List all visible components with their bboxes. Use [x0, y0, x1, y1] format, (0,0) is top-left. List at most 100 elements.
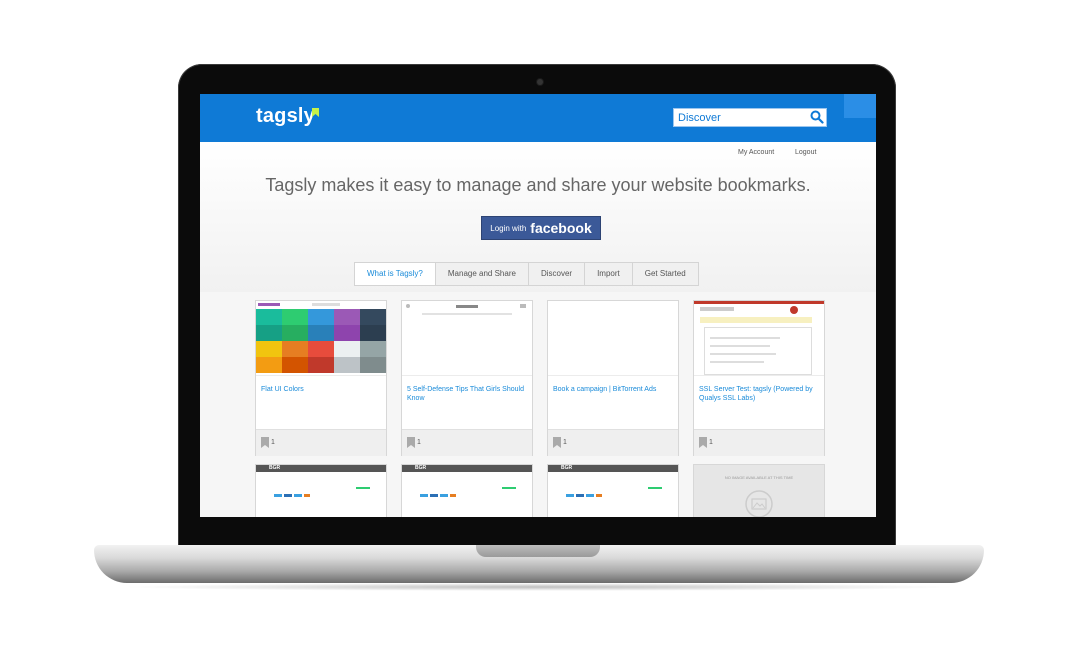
- search-input[interactable]: [678, 110, 806, 125]
- bookmark-icon[interactable]: [699, 437, 707, 448]
- thumb-chip: [566, 494, 574, 497]
- thumb-bgr-label: BGR: [561, 465, 573, 471]
- info-tabs: What is Tagsly? Manage and Share Discove…: [354, 262, 699, 286]
- thumb-header-bar: BGR: [548, 465, 678, 472]
- bookmark-icon[interactable]: [553, 437, 561, 448]
- bookmark-icon[interactable]: [407, 437, 415, 448]
- bookmark-card[interactable]: Flat UI Colors 1: [255, 300, 387, 456]
- thumb-line: [710, 337, 780, 339]
- card-title-link[interactable]: Book a campaign | BitTorrent Ads: [553, 385, 673, 394]
- thumb-chip: [304, 494, 310, 497]
- thumb-header-bar: BGR: [402, 465, 532, 472]
- my-account-link[interactable]: My Account: [738, 149, 774, 156]
- color-swatch: [360, 325, 386, 341]
- color-swatch: [360, 357, 386, 373]
- thumb-chip: [284, 494, 292, 497]
- bookmark-card[interactable]: 5 Self-Defense Tips That Girls Should Kn…: [401, 300, 533, 456]
- color-swatch: [282, 341, 308, 357]
- tab-what-is-tagsly[interactable]: What is Tagsly?: [355, 263, 436, 285]
- logo-tag-icon: [312, 108, 319, 117]
- card-title-link[interactable]: Flat UI Colors: [261, 385, 381, 394]
- color-swatch: [308, 325, 334, 341]
- thumb-red-bar: [694, 301, 824, 304]
- logout-link[interactable]: Logout: [795, 149, 816, 156]
- camera-icon: [537, 79, 543, 85]
- card-title-link[interactable]: SSL Server Test: tagsly (Powered by Qual…: [699, 385, 819, 403]
- search-icon[interactable]: [810, 110, 824, 124]
- image-placeholder-icon: [745, 490, 773, 517]
- bookmark-card[interactable]: BGR: [401, 464, 533, 517]
- color-swatch: [334, 357, 360, 373]
- color-swatch: [308, 309, 334, 325]
- color-swatch: [360, 309, 386, 325]
- laptop-shadow: [120, 583, 960, 591]
- thumb-bar: [258, 303, 280, 306]
- color-swatch: [334, 341, 360, 357]
- thumb-green-line: [356, 487, 370, 489]
- thumb-chip: [440, 494, 448, 497]
- thumb-chip: [274, 494, 282, 497]
- facebook-login-prefix: Login with: [490, 223, 527, 233]
- bookmark-icon[interactable]: [261, 437, 269, 448]
- no-image-placeholder: NO IMAGE AVAILABLE AT THIS TIME: [694, 465, 824, 517]
- tab-discover[interactable]: Discover: [529, 263, 586, 285]
- color-swatch: [308, 341, 334, 357]
- thumb-nav-bar: [422, 313, 512, 315]
- color-swatch: [334, 325, 360, 341]
- color-swatch: [282, 309, 308, 325]
- thumb-chip: [576, 494, 584, 497]
- thumb-chip: [294, 494, 302, 497]
- tagsly-logo[interactable]: tagsly: [256, 105, 315, 128]
- color-swatch: [282, 357, 308, 373]
- thumb-logo-bar: [456, 305, 478, 308]
- facebook-wordmark: facebook: [530, 220, 592, 236]
- color-swatch: [360, 341, 386, 357]
- bookmark-count: 1: [563, 439, 567, 446]
- thumb-bar: [700, 307, 734, 311]
- browser-screen: tagsly My Account Logout Tagsly makes it…: [200, 94, 876, 517]
- card-title-link[interactable]: 5 Self-Defense Tips That Girls Should Kn…: [407, 385, 527, 403]
- topbar-corner-block: [844, 94, 876, 118]
- page-headline: Tagsly makes it easy to manage and share…: [265, 175, 811, 195]
- facebook-login-button[interactable]: Login with facebook: [481, 216, 601, 240]
- search-box: [673, 108, 827, 127]
- card-thumbnail: [694, 301, 824, 376]
- color-swatch: [334, 309, 360, 325]
- card-footer: 1: [402, 429, 532, 456]
- thumb-green-line: [648, 487, 662, 489]
- thumb-green-line: [502, 487, 516, 489]
- thumb-line: [710, 353, 776, 355]
- thumb-line: [710, 345, 770, 347]
- bookmark-card[interactable]: SSL Server Test: tagsly (Powered by Qual…: [693, 300, 825, 456]
- card-footer: 1: [694, 429, 824, 456]
- thumb-chip: [430, 494, 438, 497]
- thumb-chip: [420, 494, 428, 497]
- thumb-chip: [450, 494, 456, 497]
- card-thumbnail: [548, 301, 678, 376]
- tab-manage-and-share[interactable]: Manage and Share: [436, 263, 529, 285]
- tab-get-started[interactable]: Get Started: [633, 263, 698, 285]
- no-image-label: NO IMAGE AVAILABLE AT THIS TIME: [724, 475, 794, 480]
- bookmark-count: 1: [271, 439, 275, 446]
- thumb-panel: [704, 327, 812, 375]
- color-swatch: [256, 309, 282, 325]
- color-swatch: [282, 325, 308, 341]
- bookmark-card[interactable]: BGR: [547, 464, 679, 517]
- color-swatch: [256, 341, 282, 357]
- color-swatch: [256, 325, 282, 341]
- tab-import[interactable]: Import: [585, 263, 633, 285]
- bookmark-count: 1: [417, 439, 421, 446]
- card-thumbnail: [256, 301, 386, 376]
- thumb-chip: [596, 494, 602, 497]
- thumb-line: [710, 361, 764, 363]
- thumb-chip: [586, 494, 594, 497]
- thumb-bgr-label: BGR: [269, 465, 281, 471]
- laptop-notch: [476, 545, 600, 557]
- thumb-bar: [520, 304, 526, 308]
- bookmark-card[interactable]: NO IMAGE AVAILABLE AT THIS TIME: [693, 464, 825, 517]
- color-swatch: [256, 357, 282, 373]
- bookmark-card[interactable]: BGR: [255, 464, 387, 517]
- bookmark-count: 1: [709, 439, 713, 446]
- bookmark-card[interactable]: Book a campaign | BitTorrent Ads 1: [547, 300, 679, 456]
- thumb-bgr-label: BGR: [415, 465, 427, 471]
